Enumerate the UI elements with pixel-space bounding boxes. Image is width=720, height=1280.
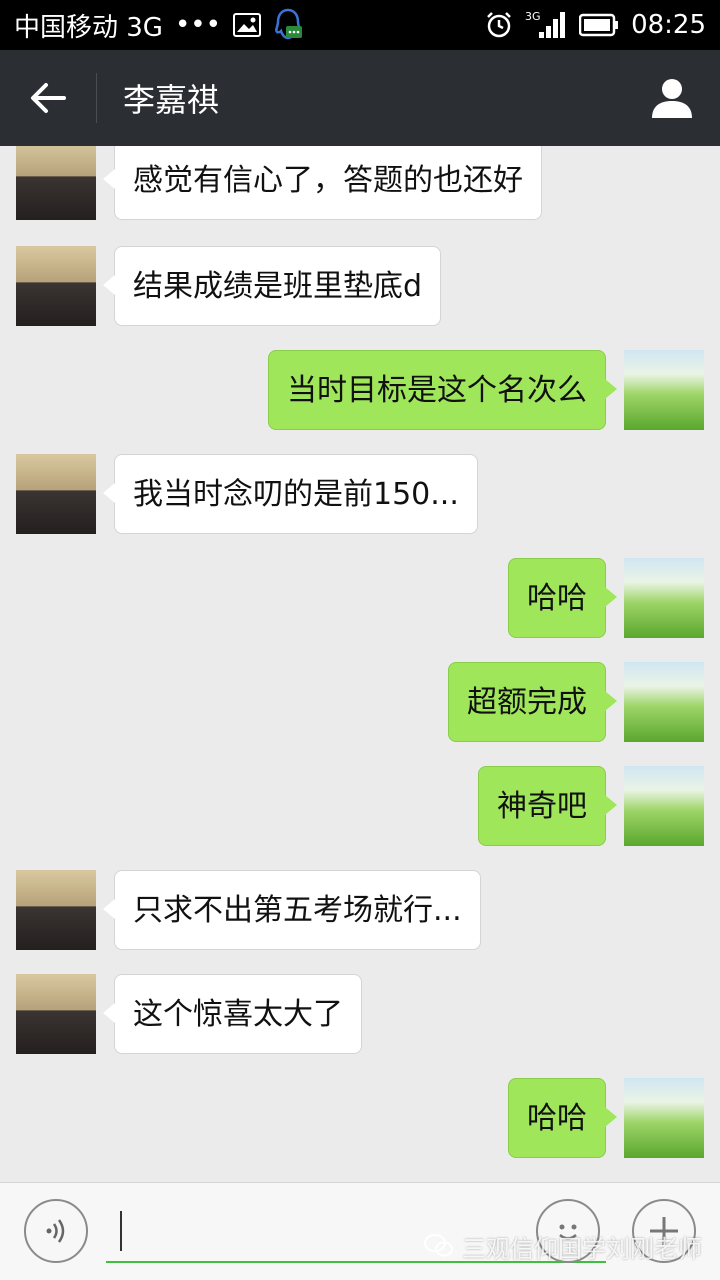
message-row: 当时目标是这个名次么 — [0, 350, 720, 430]
message-row: 超额完成 — [0, 662, 720, 742]
qq-notification-icon — [273, 8, 303, 42]
my-avatar[interactable] — [624, 662, 704, 742]
message-bubble[interactable]: 我当时念叨的是前150... — [103, 454, 478, 534]
back-button[interactable] — [0, 50, 96, 146]
message-row: 只求不出第五考场就行... — [0, 870, 720, 950]
status-right: 3G 08:25 — [485, 10, 706, 40]
my-avatar[interactable] — [624, 766, 704, 846]
message-row: 神奇吧 — [0, 766, 720, 846]
friend-avatar[interactable] — [16, 974, 96, 1054]
message-row: 哈哈 — [0, 558, 720, 638]
message-row: 我当时念叨的是前150... — [0, 454, 720, 534]
watermark-text: 三观信仰国学刘刚老师 — [462, 1234, 702, 1263]
more-dots: ••• — [174, 10, 221, 40]
message-row: 这个惊喜太大了 — [0, 974, 720, 1054]
person-icon — [652, 79, 692, 118]
wechat-logo-icon — [424, 1234, 453, 1257]
battery-icon — [579, 13, 619, 37]
profile-button[interactable] — [624, 50, 720, 146]
message-bubble[interactable]: 感觉有信心了，答题的也还好 — [103, 146, 542, 220]
svg-text:3G: 3G — [525, 10, 541, 23]
friend-avatar[interactable] — [16, 870, 96, 950]
alarm-icon — [485, 11, 513, 39]
friend-avatar[interactable] — [16, 146, 96, 220]
my-avatar[interactable] — [624, 558, 704, 638]
watermark: 三观信仰国学刘刚老师 — [424, 1229, 702, 1263]
title-divider — [96, 73, 97, 123]
my-avatar[interactable] — [624, 1078, 704, 1158]
status-bar: 中国移动 3G ••• 3G 08:25 — [0, 0, 720, 50]
voice-button[interactable] — [24, 1199, 88, 1263]
message-bubble[interactable]: 哈哈 — [508, 558, 617, 638]
message-row: 感觉有信心了，答题的也还好 — [0, 146, 720, 220]
page-title: 李嘉祺 — [123, 81, 220, 119]
back-arrow-icon — [31, 83, 66, 113]
message-row: 结果成绩是班里垫底d — [0, 246, 720, 326]
voice-icon — [46, 1219, 65, 1243]
message-bubble[interactable]: 神奇吧 — [478, 766, 617, 846]
message-bubble[interactable]: 超额完成 — [448, 662, 617, 742]
signal-3g-icon: 3G — [525, 10, 567, 40]
friend-avatar[interactable] — [16, 246, 96, 326]
image-notification-icon — [232, 13, 261, 37]
friend-avatar[interactable] — [16, 454, 96, 534]
my-avatar[interactable] — [624, 350, 704, 430]
message-bubble[interactable]: 只求不出第五考场就行... — [103, 870, 481, 950]
chat-area[interactable]: 感觉有信心了，答题的也还好 结果成绩是班里垫底d 当时目标是这个名次么 我当时念… — [0, 146, 720, 1182]
message-bubble[interactable]: 哈哈 — [508, 1078, 617, 1158]
message-bubble[interactable]: 结果成绩是班里垫底d — [102, 246, 442, 326]
message-bubble[interactable]: 当时目标是这个名次么 — [268, 350, 617, 430]
message-row: 哈哈 — [0, 1078, 720, 1158]
message-bubble[interactable]: 这个惊喜太大了 — [103, 974, 362, 1054]
clock: 08:25 — [631, 10, 706, 40]
text-cursor — [120, 1211, 122, 1251]
input-bar: 三观信仰国学刘刚老师 — [0, 1182, 720, 1280]
title-bar: 李嘉祺 — [0, 50, 720, 146]
status-left: 中国移动 3G ••• — [14, 7, 303, 44]
carrier-label: 中国移动 3G — [14, 12, 163, 43]
